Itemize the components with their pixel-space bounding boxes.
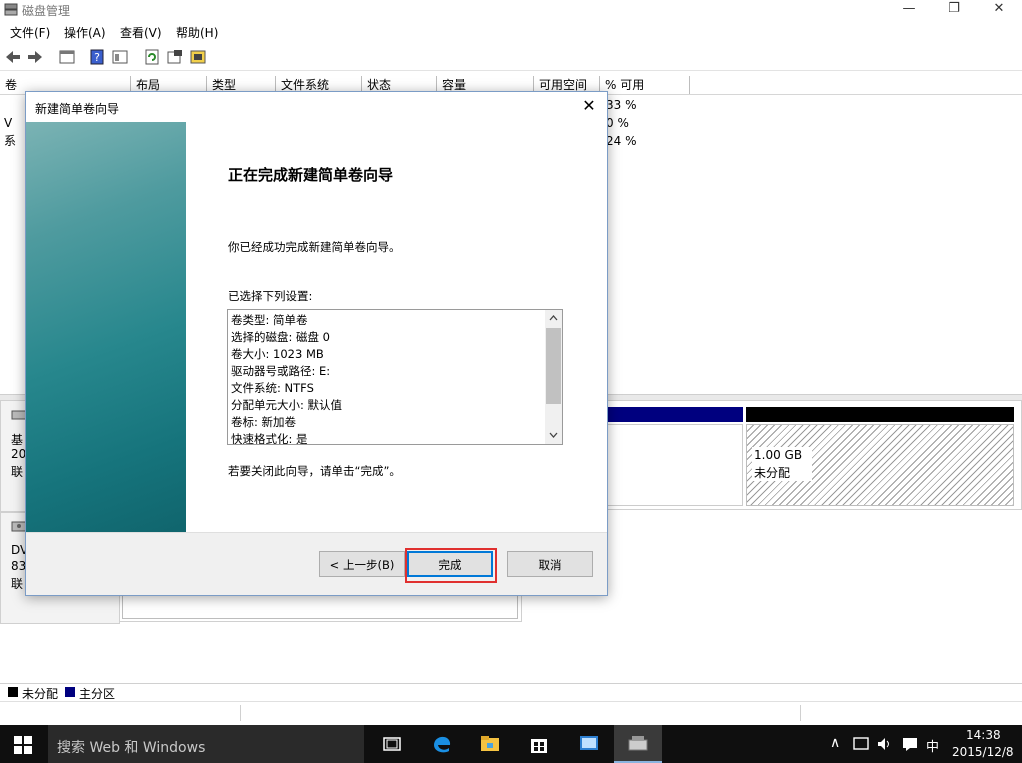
svg-text:?: ? [94,51,100,64]
close-icon[interactable]: ✕ [579,96,599,116]
primary-partition-block[interactable] [606,424,743,506]
legend-unallocated-label: 未分配 [22,687,59,701]
volume-name: 系 [4,134,17,148]
settings-item: 卷标: 新加卷 [231,415,297,429]
settings-label: 已选择下列设置: [228,289,313,303]
clock-time[interactable]: 14:38 [966,728,1001,742]
search-placeholder: 搜索 Web 和 Windows [57,740,206,756]
wizard-intro: 你已经成功完成新建简单卷向导。 [228,240,401,254]
window-title: 磁盘管理 [22,4,71,18]
close-window-button[interactable]: ✕ [976,0,1022,20]
volume-percent-free: 33 % [606,98,637,112]
closing-note: 若要关闭此向导，请单击“完成”。 [228,464,401,478]
col-percent-free[interactable]: % 可用 [600,76,690,94]
disk-label-line: 联 [11,465,24,479]
console-icon[interactable] [58,48,76,66]
dvd-partition-block[interactable] [122,595,518,619]
settings-item: 快速格式化: 是 [231,432,308,445]
cancel-button[interactable]: 取消 [507,551,593,577]
disk-management-icon [4,3,18,16]
settings-item: 卷类型: 简单卷 [231,313,308,327]
help-icon[interactable]: ? [88,48,106,66]
window-titlebar: 磁盘管理 — ❐ ✕ [0,0,1022,20]
unallocated-bar [746,407,1014,422]
ime-indicator[interactable]: 中 [926,736,939,755]
status-bar [0,701,1022,724]
wizard-title: 新建简单卷向导 [35,102,120,116]
legend-primary-label: 主分区 [79,687,116,701]
scroll-up-icon[interactable] [549,314,558,322]
taskbar-search[interactable]: 搜索 Web 和 Windows [48,725,364,763]
disk-management-taskbar-icon [628,736,648,751]
settings-listbox[interactable]: 卷类型: 简单卷 选择的磁盘: 磁盘 0 卷大小: 1023 MB 驱动器号或路… [227,309,563,445]
unallocated-partition[interactable]: 1.00 GB 未分配 [746,424,1014,506]
forward-icon[interactable] [26,48,44,66]
menu-help[interactable]: 帮助(H) [176,24,218,41]
disk-label-line: 基 [11,433,24,447]
toolbar: ? [0,44,1022,71]
disk-label-line: 83 [11,559,27,573]
view-icon[interactable] [111,48,129,66]
scroll-thumb[interactable] [546,328,561,404]
unallocated-size: 1.00 GB [754,448,803,462]
wizard-body: 正在完成新建简单卷向导 你已经成功完成新建简单卷向导。 已选择下列设置: 卷类型… [26,122,607,533]
legend-bar: 未分配 主分区 [0,683,1022,701]
settings-item: 文件系统: NTFS [231,381,314,395]
remote-desktop-icon[interactable] [577,732,601,756]
scroll-down-icon[interactable] [549,431,558,439]
windows-start-icon[interactable] [14,736,32,754]
properties-icon[interactable] [166,48,184,66]
volume-icon[interactable] [876,736,894,752]
settings-icon[interactable] [189,48,207,66]
menu-action[interactable]: 操作(A) [64,24,106,41]
clock-date[interactable]: 2015/12/8 [952,745,1014,759]
settings-item: 驱动器号或路径: E: [231,364,331,378]
notification-icon[interactable] [901,736,919,752]
back-icon[interactable] [4,48,22,66]
action-center-icon[interactable] [852,736,870,752]
menu-bar: 文件(F) 操作(A) 查看(V) 帮助(H) [0,21,1022,43]
finish-highlight-box [405,548,497,583]
volume-name: V [4,116,13,130]
unallocated-status: 未分配 [754,466,791,480]
legend-unallocated-swatch [8,687,18,697]
wizard-titlebar: 新建简单卷向导 ✕ [26,92,607,122]
wizard-banner-image [26,122,186,532]
menu-view[interactable]: 查看(V) [120,24,162,41]
task-view-icon[interactable] [380,732,404,756]
refresh-icon[interactable] [143,48,161,66]
edge-browser-icon[interactable] [430,732,454,756]
settings-item: 分配单元大小: 默认值 [231,398,343,412]
disk-label-line: 20 [11,447,27,461]
volume-percent-free: 24 % [606,134,637,148]
settings-item: 选择的磁盘: 磁盘 0 [231,330,331,344]
taskbar: 搜索 Web 和 Windows ∧ 中 14:38 2015/12/8 [0,725,1022,763]
maximize-button[interactable]: ❐ [931,0,977,20]
chevron-up-icon[interactable]: ∧ [830,735,840,751]
store-icon[interactable] [527,732,551,756]
minimize-button[interactable]: — [886,0,932,20]
settings-scrollbar[interactable] [545,310,562,444]
settings-item: 卷大小: 1023 MB [231,347,324,361]
active-app-tile[interactable] [614,725,662,763]
primary-partition-bar [606,407,743,422]
volume-percent-free: 0 % [606,116,629,130]
wizard-heading: 正在完成新建简单卷向导 [228,166,394,184]
settings-list: 卷类型: 简单卷 选择的磁盘: 磁盘 0 卷大小: 1023 MB 驱动器号或路… [231,312,541,445]
legend-primary-swatch [65,687,75,697]
file-explorer-icon[interactable] [478,732,502,756]
new-simple-volume-wizard: 新建简单卷向导 ✕ 正在完成新建简单卷向导 你已经成功完成新建简单卷向导。 已选… [25,91,608,596]
menu-file[interactable]: 文件(F) [10,24,50,41]
disk-label-line: 联 [11,577,24,591]
back-button[interactable]: < 上一步(B) [319,551,405,577]
